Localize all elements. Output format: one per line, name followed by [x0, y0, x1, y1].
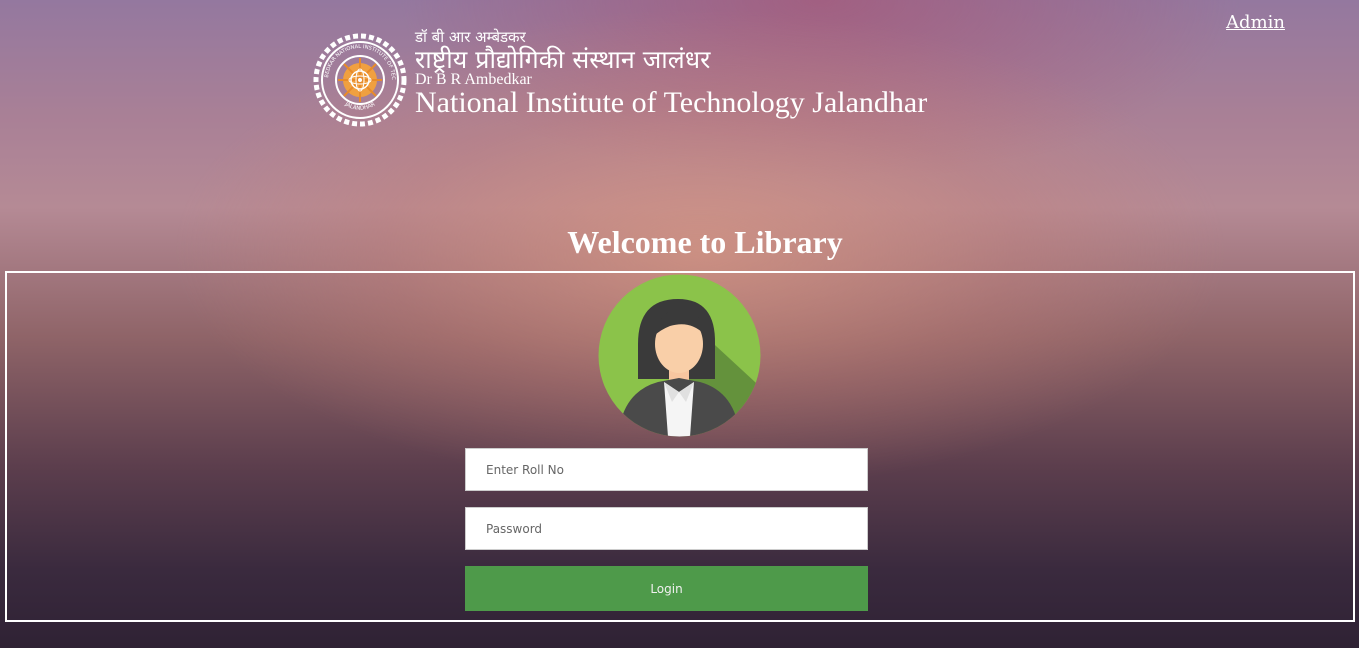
svg-text:JALANDHAR: JALANDHAR: [343, 101, 377, 112]
institute-logo-icon: DR B R AMBEDKAR NATIONAL INSTITUTE OF TE…: [310, 30, 407, 127]
login-button[interactable]: Login: [465, 566, 868, 611]
institute-header: DR B R AMBEDKAR NATIONAL INSTITUTE OF TE…: [310, 30, 927, 130]
logo-ring-bottom-text: JALANDHAR: [343, 101, 377, 112]
hindi-name-line1: डॉ बी आर अम्बेडकर: [415, 28, 526, 46]
institute-name: डॉ बी आर अम्बेडकर राष्ट्रीय प्रौद्योगिकी…: [415, 30, 927, 118]
password-input[interactable]: [465, 507, 868, 550]
hindi-name-line2: राष्ट्रीय प्रौद्योगिकी संस्थान जालंधर: [415, 45, 711, 74]
roll-no-input[interactable]: [465, 448, 868, 491]
english-name-line2: National Institute of Technology Jalandh…: [415, 86, 928, 119]
page-title: Welcome to Library: [567, 224, 843, 260]
admin-link[interactable]: Admin: [1226, 12, 1285, 33]
user-avatar-icon: [598, 274, 761, 437]
